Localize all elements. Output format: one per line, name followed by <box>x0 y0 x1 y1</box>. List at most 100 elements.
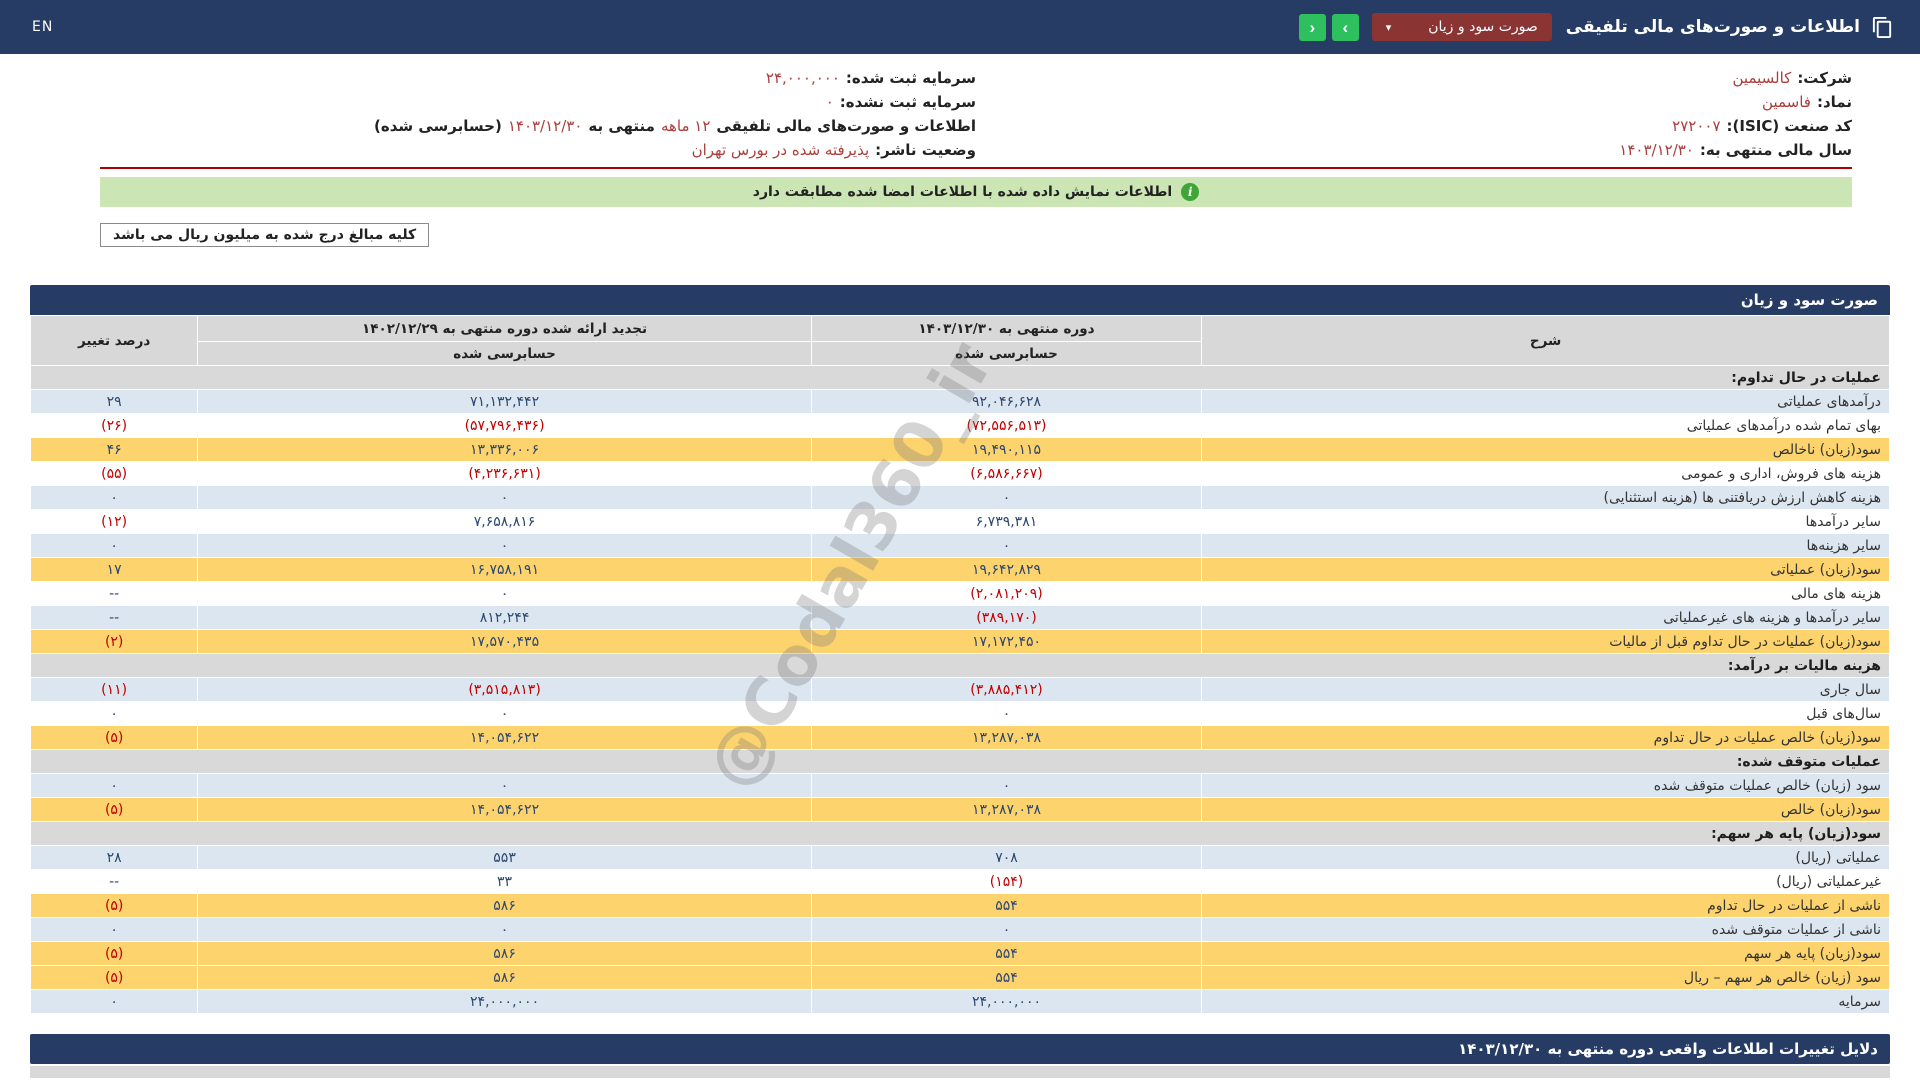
language-link-en[interactable]: EN <box>32 19 53 35</box>
table-row: غیرعملیاتی (ریال) (۱۵۴) ۳۳ -- <box>29 869 1890 894</box>
current-value-cell: ۱۳,۲۸۷,۰۳۸ <box>810 725 1203 750</box>
row-label: ناشی از عملیات در حال تداوم <box>1201 893 1890 918</box>
statement-type-dropdown[interactable]: صورت سود و زیان ▾ <box>1371 13 1552 41</box>
chevron-left-icon: ‹ <box>1309 17 1316 37</box>
table-row: درآمدهای عملیاتی ۹۲,۰۴۶,۶۲۸ ۷۱,۱۳۲,۴۴۲ ۲۹ <box>29 389 1890 414</box>
table-row: سود(زیان) عملیاتی ۱۹,۶۴۲,۸۲۹ ۱۶,۷۵۸,۱۹۱ ۱۷ <box>29 557 1890 582</box>
change-value-cell: ۴۶ <box>29 437 199 462</box>
company-row: شرکت: کالسیمین <box>976 66 1853 90</box>
unregistered-capital-row: سرمایه ثبت نشده: ۰ <box>100 90 976 114</box>
symbol-label: نماد: <box>1816 93 1852 111</box>
restated-value-cell: ۷۱,۱۳۲,۴۴۲ <box>197 389 812 414</box>
table-row: سود(زیان) خالص عملیات در حال تداوم ۱۳,۲۸۷… <box>29 725 1890 750</box>
company-info-left-column: سرمایه ثبت شده: ۲۴,۰۰۰,۰۰۰ سرمایه ثبت نش… <box>100 66 976 162</box>
row-label: هزینه کاهش ارزش دریافتنی ها (هزینه استثن… <box>1201 485 1890 510</box>
row-label: عملیاتی (ریال) <box>1201 845 1890 870</box>
period-label: اطلاعات و صورت‌های مالی تلفیقی <box>716 117 976 135</box>
restated-value-cell: ۷,۶۵۸,۸۱۶ <box>197 509 812 534</box>
restated-value-cell: ۰ <box>197 917 812 942</box>
section-row: عملیات متوقف شده: <box>30 749 1890 774</box>
change-value-cell: (۵) <box>29 725 199 750</box>
period-date-value: ۱۴۰۳/۱۲/۳۰ <box>507 117 583 135</box>
nav-back-button[interactable]: ‹ <box>1298 13 1326 41</box>
symbol-value: فاسمین <box>1762 93 1811 111</box>
table-row: سود(زیان) پایه هر سهم ۵۵۴ ۵۸۶ (۵) <box>29 941 1890 966</box>
restated-value-cell: ۵۸۶ <box>197 893 812 918</box>
restated-value-cell: ۰ <box>197 533 812 558</box>
col-header-desc: شرح <box>1201 315 1890 366</box>
financial-statements-icon <box>1870 15 1894 39</box>
isic-label: کد صنعت (ISIC): <box>1726 117 1853 135</box>
change-value-cell: (۲) <box>29 629 199 654</box>
chevron-right-icon: › <box>1342 17 1349 37</box>
restated-value-cell: ۲۴,۰۰۰,۰۰۰ <box>197 989 812 1014</box>
table-row: سود(زیان) خالص ۱۳,۲۸۷,۰۳۸ ۱۴,۰۵۴,۶۲۲ (۵) <box>29 797 1890 822</box>
current-value-cell: ۱۹,۶۴۲,۸۲۹ <box>810 557 1203 582</box>
notice-text: اطلاعات نمایش داده شده با اطلاعات امضا ش… <box>752 184 1173 200</box>
unregistered-capital-value: ۰ <box>825 93 834 111</box>
company-value: کالسیمین <box>1732 69 1792 87</box>
row-label: سود (زیان) خالص هر سهم – ریال <box>1201 965 1890 990</box>
current-value-cell: ۵۵۴ <box>810 941 1203 966</box>
change-value-cell: ۲۸ <box>29 845 199 870</box>
change-value-cell: (۵) <box>29 893 199 918</box>
signed-info-notice: i اطلاعات نمایش داده شده با اطلاعات امضا… <box>100 177 1852 207</box>
row-label: سایر درآمدها <box>1201 509 1890 534</box>
current-value-cell: (۱۵۴) <box>810 869 1203 894</box>
change-value-cell: -- <box>29 605 199 630</box>
restated-value-cell: ۰ <box>197 485 812 510</box>
publisher-status-label: وضعیت ناشر: <box>875 141 976 159</box>
col-subheader-audited-restated: حسابرسی شده <box>197 341 812 366</box>
table-row: سال‌های قبل ۰ ۰ ۰ <box>29 701 1890 726</box>
restated-value-cell: ۱۷,۵۷۰,۴۳۵ <box>197 629 812 654</box>
current-value-cell: (۳,۸۸۵,۴۱۲) <box>810 677 1203 702</box>
current-value-cell: ۶,۷۳۹,۳۸۱ <box>810 509 1203 534</box>
col-header-restated-period: تجدید ارائه شده دوره منتهی به ۱۴۰۲/۱۲/۲۹ <box>197 315 812 342</box>
restated-value-cell: ۰ <box>197 701 812 726</box>
table-row: ناشی از عملیات متوقف شده ۰ ۰ ۰ <box>29 917 1890 942</box>
restated-value-cell: ۰ <box>197 773 812 798</box>
row-label: غیرعملیاتی (ریال) <box>1201 869 1890 894</box>
restated-value-cell: ۳۳ <box>197 869 812 894</box>
fiscal-year-row: سال مالی منتهی به: ۱۴۰۳/۱۲/۳۰ <box>976 138 1852 162</box>
table-row: هزینه های مالی (۲,۰۸۱,۲۰۹) ۰ -- <box>29 581 1890 606</box>
current-value-cell: ۰ <box>810 917 1203 942</box>
change-value-cell: (۵۵) <box>29 461 199 486</box>
current-value-cell: ۵۵۴ <box>810 965 1203 990</box>
row-label: سود(زیان) عملیاتی <box>1201 557 1890 582</box>
table-row: سایر درآمدها و هزینه های غیرعملیاتی (۳۸۹,… <box>29 605 1890 630</box>
change-value-cell: ۰ <box>29 773 199 798</box>
current-value-cell: ۹۲,۰۴۶,۶۲۸ <box>810 389 1203 414</box>
restated-value-cell: (۴,۲۳۶,۶۳۱) <box>197 461 812 486</box>
nav-forward-button[interactable]: › <box>1331 13 1359 41</box>
table-title-bar: صورت سود و زیان <box>30 285 1890 315</box>
row-label: سال جاری <box>1201 677 1890 702</box>
row-label: سرمایه <box>1201 989 1890 1014</box>
section-label: عملیات در حال تداوم: <box>30 365 1890 390</box>
current-value-cell: (۲,۰۸۱,۲۰۹) <box>810 581 1203 606</box>
change-value-cell: ۱۷ <box>29 557 199 582</box>
restated-value-cell: ۵۸۶ <box>197 941 812 966</box>
table-row: سود (زیان) خالص عملیات متوقف شده ۰ ۰ ۰ <box>29 773 1890 798</box>
pl-table: شرح دوره منتهی به ۱۴۰۳/۱۲/۳۰ تجدید ارائه… <box>29 315 1890 1014</box>
registered-capital-row: سرمایه ثبت شده: ۲۴,۰۰۰,۰۰۰ <box>100 66 976 90</box>
table-row: سود (زیان) خالص هر سهم – ریال ۵۵۴ ۵۸۶ (۵) <box>29 965 1890 990</box>
period-audited-label: (حسابرسی شده) <box>374 117 502 135</box>
change-value-cell: -- <box>29 869 199 894</box>
publisher-status-value: پذیرفته شده در بورس تهران <box>691 141 870 159</box>
company-label: شرکت: <box>1797 69 1852 87</box>
period-middle-label: منتهی به <box>588 117 655 135</box>
current-value-cell: ۰ <box>810 533 1203 558</box>
change-value-cell: (۵) <box>29 965 199 990</box>
company-info-right-column: شرکت: کالسیمین نماد: فاسمین کد صنعت (ISI… <box>976 66 1852 162</box>
section-label: هزینه مالیات بر درآمد: <box>30 653 1890 678</box>
table-row: سایر درآمدها ۶,۷۳۹,۳۸۱ ۷,۶۵۸,۸۱۶ (۱۲) <box>29 509 1890 534</box>
restated-value-cell: ۱۴,۰۵۴,۶۲۲ <box>197 797 812 822</box>
current-value-cell: (۳۸۹,۱۷۰) <box>810 605 1203 630</box>
row-label: درآمدهای عملیاتی <box>1201 389 1890 414</box>
current-value-cell: ۵۵۴ <box>810 893 1203 918</box>
statement-dropdown-value: صورت سود و زیان <box>1428 19 1538 35</box>
restated-value-cell: ۸۱۲,۲۴۴ <box>197 605 812 630</box>
current-value-cell: ۱۷,۱۷۲,۴۵۰ <box>810 629 1203 654</box>
section-row: سود(زیان) پایه هر سهم: <box>30 821 1890 846</box>
